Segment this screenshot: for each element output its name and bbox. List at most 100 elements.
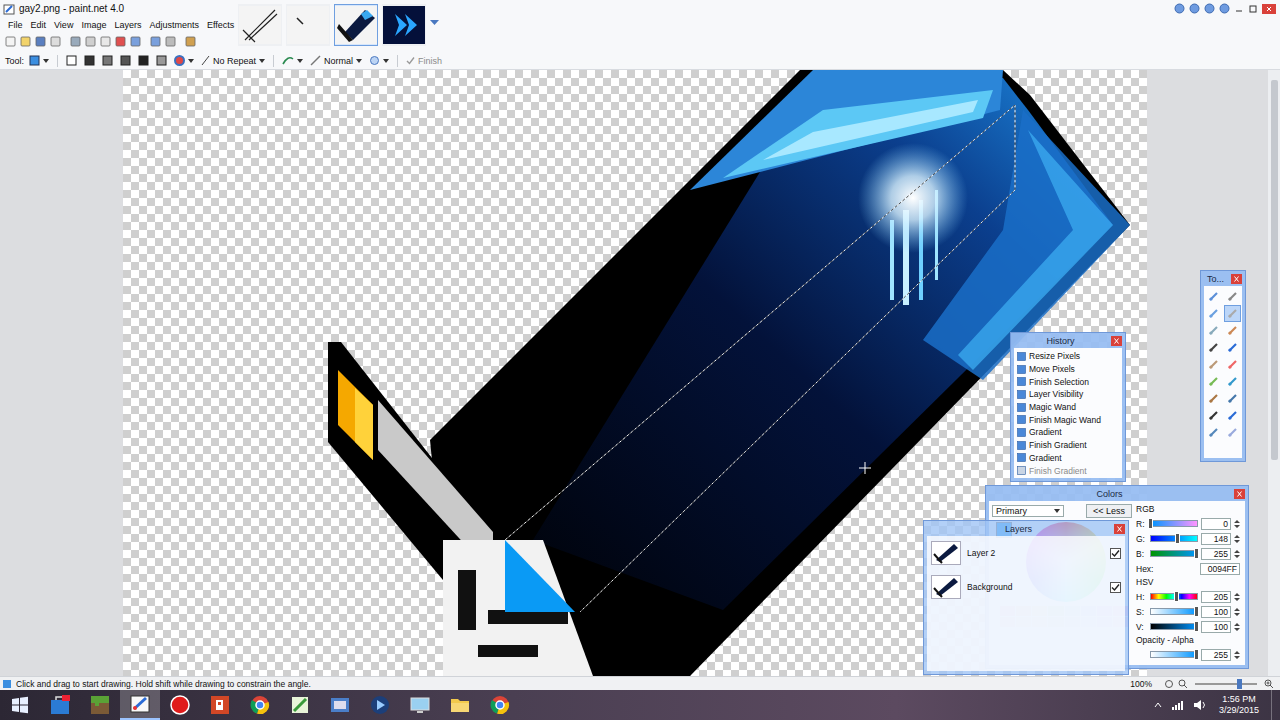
history-item[interactable]: Finish Magic Wand [1017,413,1119,426]
taskbar-app[interactable] [40,690,80,720]
menu-item[interactable]: View [50,19,77,31]
history-title-bar[interactable]: History [1014,333,1122,348]
fill-mode-dropdown[interactable]: No Repeat [199,55,267,66]
toolbar-button[interactable] [69,35,82,48]
less-button[interactable]: << Less [1086,504,1132,518]
start-button[interactable] [0,690,40,720]
toolbar-button[interactable] [164,35,177,48]
slider-thumb[interactable] [1174,591,1179,602]
tool-button[interactable] [1225,425,1240,440]
zoom-fit-icon[interactable] [1164,679,1174,689]
zoom-slider-thumb[interactable] [1237,679,1242,689]
blend-mode-dropdown[interactable]: Normal [308,55,364,66]
layer-visibility-checkbox[interactable] [1110,548,1121,559]
channel-value[interactable]: 100 [1201,621,1231,633]
history-item[interactable]: Gradient [1017,426,1119,439]
network-icon[interactable] [1171,699,1185,711]
toolbar-button[interactable] [114,35,127,48]
close-icon[interactable] [1231,274,1242,284]
zoom-slider[interactable] [1195,683,1257,685]
channel-slider[interactable] [1150,623,1198,630]
spinner-icon[interactable] [1234,519,1240,529]
menu-item[interactable]: Adjustments [145,19,203,31]
menu-item[interactable]: Effects [203,19,238,31]
close-icon[interactable] [1114,524,1125,534]
zoom-value[interactable]: 100% [1130,679,1152,689]
toolbar-button[interactable] [19,35,32,48]
alpha-slider[interactable] [1150,651,1198,658]
gradient-mode-button[interactable] [100,55,115,66]
tool-button[interactable] [1225,306,1240,321]
slider-thumb[interactable] [1194,621,1199,632]
menu-item[interactable]: Image [77,19,110,31]
taskbar-app[interactable] [360,690,400,720]
volume-icon[interactable] [1193,699,1207,711]
utility-icon[interactable] [1219,3,1230,14]
taskbar-app[interactable] [120,690,160,720]
taskbar-app[interactable] [200,690,240,720]
image-tab[interactable] [238,4,282,46]
tool-picker[interactable] [27,55,51,66]
tool-button[interactable] [1225,340,1240,355]
tool-button[interactable] [1206,408,1221,423]
gradient-mode-button[interactable] [136,55,151,66]
utility-icon[interactable] [1174,3,1185,14]
history-item[interactable]: Finish Selection [1017,375,1119,388]
toolbar-button[interactable] [184,35,197,48]
channel-slider[interactable] [1150,550,1198,557]
layer-row[interactable]: Background [927,570,1125,604]
channel-value[interactable]: 0 [1201,518,1231,530]
tabs-dropdown-icon[interactable] [430,20,439,26]
channel-slider[interactable] [1150,535,1198,542]
layer-row[interactable]: Layer 2 [927,536,1125,570]
toolbar-button[interactable] [129,35,142,48]
close-icon[interactable] [1262,4,1276,14]
colors-title-bar[interactable]: Colors [989,486,1245,501]
clock[interactable]: 1:56 PM3/29/2015 [1215,694,1263,716]
history-item[interactable]: Finish Gradient [1017,464,1119,477]
channel-value[interactable]: 100 [1201,606,1231,618]
taskbar-app[interactable] [440,690,480,720]
spinner-icon[interactable] [1234,549,1240,559]
history-item[interactable]: Layer Visibility [1017,388,1119,401]
slider-thumb[interactable] [1194,649,1199,660]
tools-title-bar[interactable]: To... [1204,271,1242,286]
gradient-mode-button[interactable] [118,55,133,66]
taskbar-app[interactable] [320,690,360,720]
tool-button[interactable] [1206,340,1221,355]
toolbar-button[interactable] [149,35,162,48]
toolbar-button[interactable] [99,35,112,48]
channel-value[interactable]: 255 [1201,548,1231,560]
toolbar-button[interactable] [4,35,17,48]
history-item[interactable]: Gradient [1017,452,1119,465]
menu-item[interactable]: Layers [110,19,145,31]
history-item[interactable]: Finish Gradient [1017,439,1119,452]
taskbar-app[interactable] [240,690,280,720]
taskbar-app[interactable] [480,690,520,720]
taskbar-app[interactable] [80,690,120,720]
tool-button[interactable] [1225,391,1240,406]
tool-button[interactable] [1206,374,1221,389]
gradient-mode-button[interactable] [64,55,79,66]
zoom-in-icon[interactable] [1264,679,1274,689]
gradient-mode-button[interactable] [154,55,169,66]
menu-item[interactable]: File [4,19,27,31]
tool-button[interactable] [1206,357,1221,372]
channel-slider[interactable] [1150,608,1198,615]
tool-button[interactable] [1225,408,1240,423]
spinner-icon[interactable] [1234,534,1240,544]
history-item[interactable]: Move Pixels [1017,363,1119,376]
tool-button[interactable] [1225,374,1240,389]
zoom-out-icon[interactable] [1178,679,1188,689]
toolbar-button[interactable] [84,35,97,48]
spinner-icon[interactable] [1234,650,1240,660]
tool-button[interactable] [1225,357,1240,372]
channel-slider[interactable] [1150,520,1198,527]
tool-button[interactable] [1206,323,1221,338]
image-tab[interactable] [382,4,426,46]
scrollbar-thumb[interactable] [1271,80,1278,460]
channel-value[interactable]: 148 [1201,533,1231,545]
slider-thumb[interactable] [1194,606,1199,617]
show-desktop-button[interactable] [1271,690,1280,720]
color-mode-button[interactable] [172,55,196,66]
